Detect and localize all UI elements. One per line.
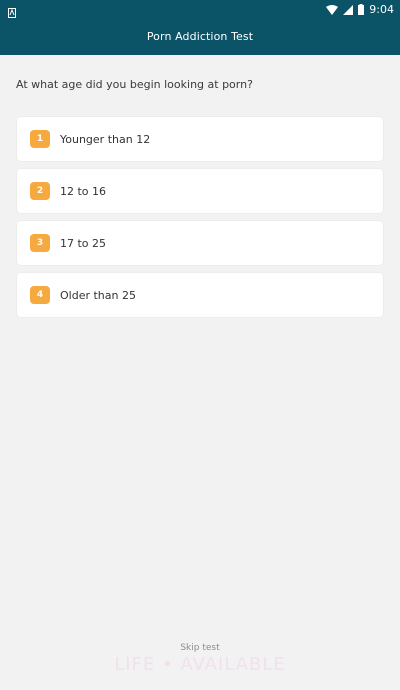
option-label: Younger than 12 xyxy=(60,132,151,146)
answer-option-1[interactable]: 1 Younger than 12 xyxy=(17,117,383,161)
answer-option-4[interactable]: 4 Older than 25 xyxy=(17,273,383,317)
status-icons: 9:04 xyxy=(326,0,394,18)
page-title: Porn Addiction Test xyxy=(146,30,254,43)
answer-options: 1 Younger than 12 2 12 to 16 3 17 to 25 … xyxy=(17,117,383,325)
option-number-badge: 2 xyxy=(30,182,50,200)
option-number-badge: 4 xyxy=(30,286,50,304)
watermark: LIFE • AVAILABLE xyxy=(114,654,286,675)
answer-option-2[interactable]: 2 12 to 16 xyxy=(17,169,383,213)
battery-icon xyxy=(358,0,365,19)
option-label: 12 to 16 xyxy=(60,184,107,198)
signal-icon xyxy=(343,0,354,19)
status-bar: 9:04 xyxy=(0,0,400,18)
notification-icon xyxy=(8,3,16,18)
wifi-icon xyxy=(326,0,339,19)
app-bar: Porn Addiction Test xyxy=(0,18,400,55)
option-number-badge: 3 xyxy=(30,234,50,252)
question-text: At what age did you begin looking at por… xyxy=(16,78,253,91)
option-label: 17 to 25 xyxy=(60,236,107,250)
answer-option-3[interactable]: 3 17 to 25 xyxy=(17,221,383,265)
option-label: Older than 25 xyxy=(60,288,136,302)
status-time: 9:04 xyxy=(369,2,394,16)
skip-test-link[interactable]: Skip test xyxy=(0,643,400,653)
option-number-badge: 1 xyxy=(30,130,50,148)
